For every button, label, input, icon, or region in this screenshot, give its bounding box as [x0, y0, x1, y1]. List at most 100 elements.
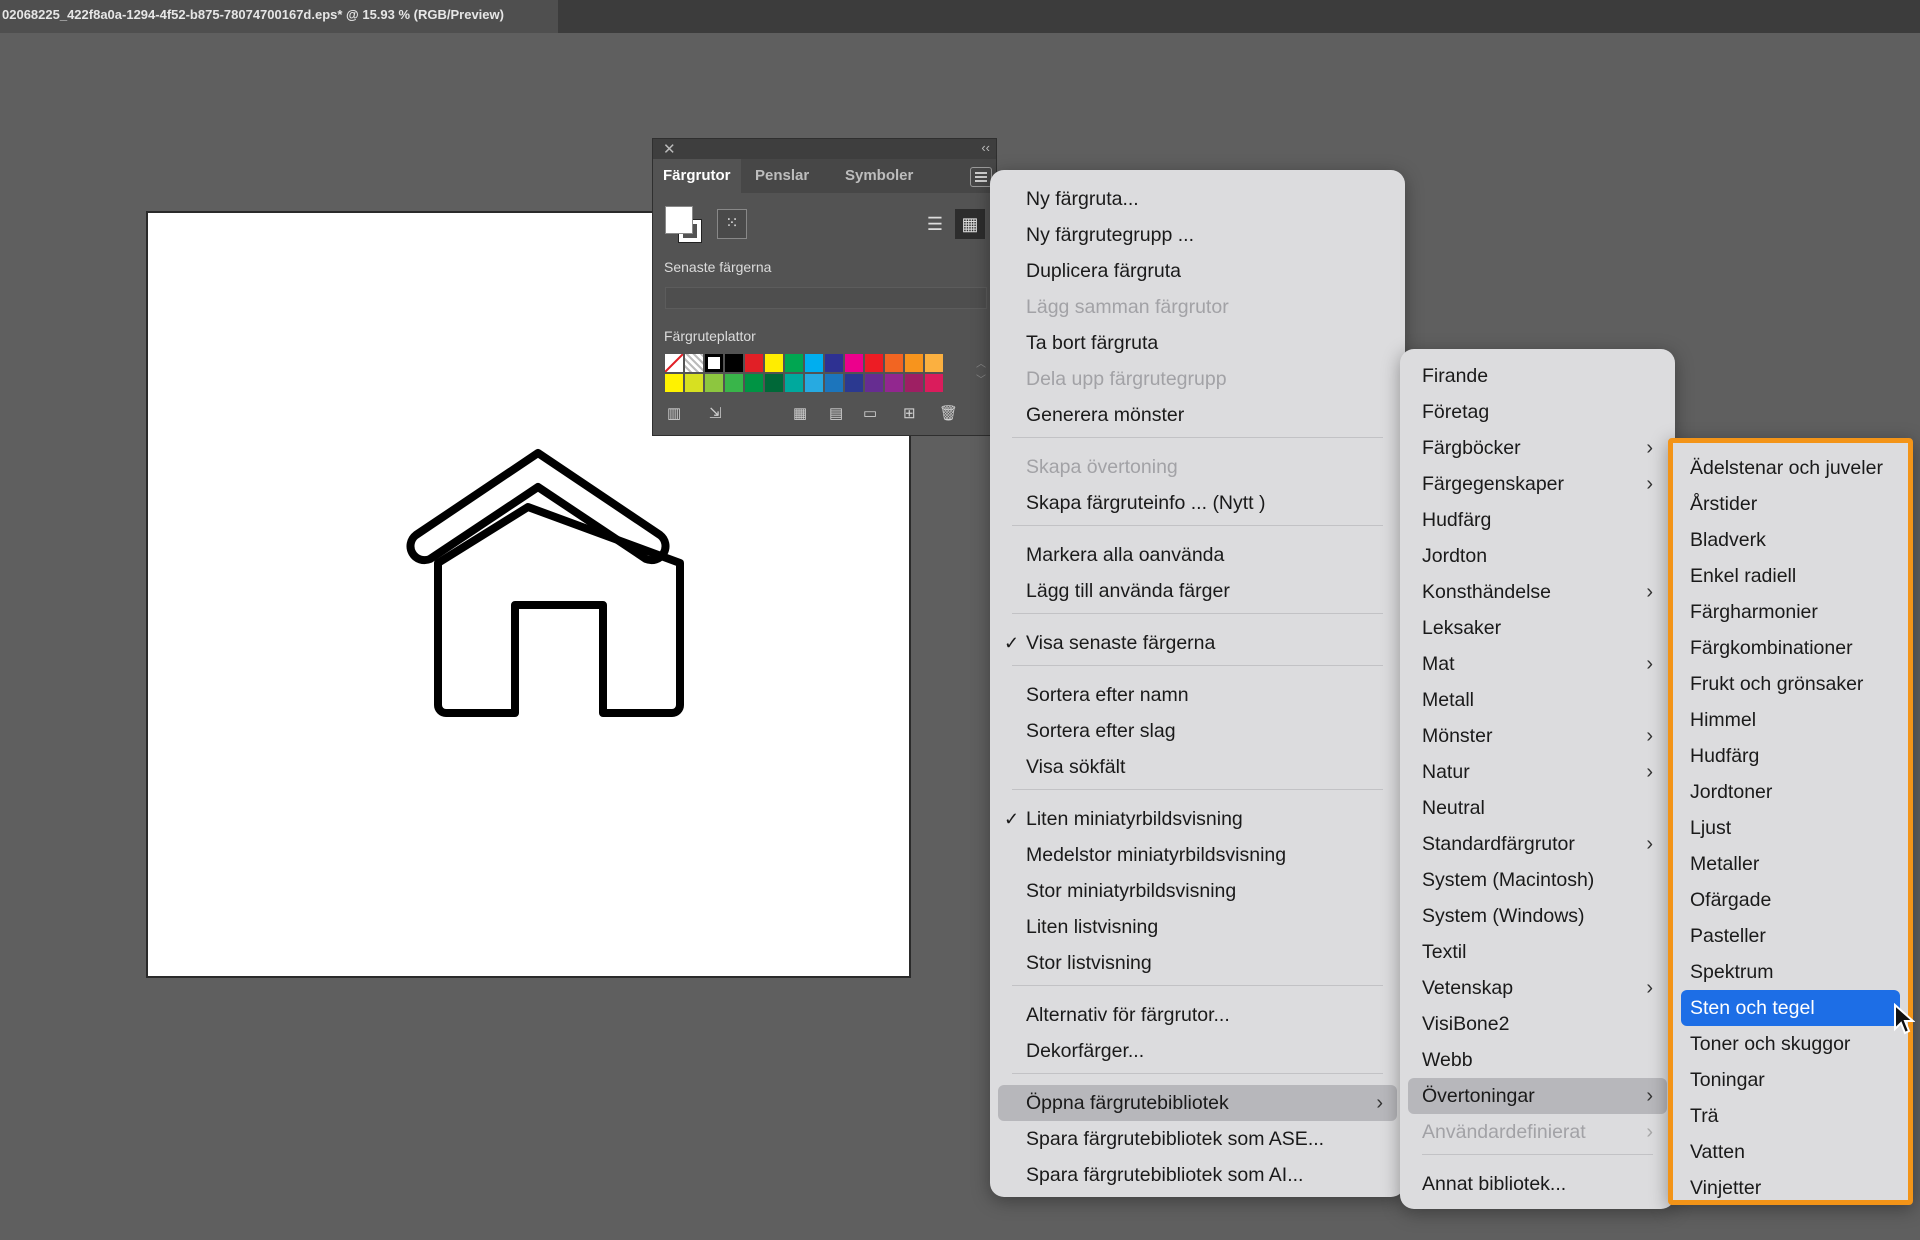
menu-item-hudfarg[interactable]: Hudfärg: [1400, 503, 1675, 537]
swatch[interactable]: [705, 374, 723, 392]
menu-item-overtoningar[interactable]: Övertoningar ›: [1400, 1079, 1675, 1113]
menu-item-adelstenar-och-juveler[interactable]: Ädelstenar och juveler: [1673, 451, 1908, 485]
menu-item-monster[interactable]: Mönster ›: [1400, 719, 1675, 753]
menu-item-textil[interactable]: Textil: [1400, 935, 1675, 969]
tab-symbols[interactable]: Symboler: [835, 159, 923, 193]
list-view-icon[interactable]: ☰: [920, 209, 950, 239]
swatch[interactable]: [845, 354, 863, 372]
panel-menu-icon[interactable]: [970, 167, 992, 187]
library-menu-icon[interactable]: ▥: [667, 404, 681, 422]
menu-item-firande[interactable]: Firande: [1400, 359, 1675, 393]
swatch[interactable]: [825, 374, 843, 392]
menu-item-frukt-och-gronsaker[interactable]: Frukt och grönsaker: [1673, 667, 1908, 701]
menu-item-stor-miniatyrbildsvisning[interactable]: Stor miniatyrbildsvisning: [990, 874, 1405, 908]
swatch[interactable]: [785, 354, 803, 372]
fill-swatch[interactable]: [665, 206, 693, 234]
document-tab[interactable]: 02068225_422f8a0a-1294-4f52-b875-7807470…: [0, 0, 558, 33]
menu-item-sortera-efter-namn[interactable]: Sortera efter namn: [990, 678, 1405, 712]
menu-item-vetenskap[interactable]: Vetenskap ›: [1400, 971, 1675, 1005]
menu-item-ta-bort-fargruta[interactable]: Ta bort färgruta: [990, 326, 1405, 360]
menu-item-metall[interactable]: Metall: [1400, 683, 1675, 717]
menu-item-system-windows[interactable]: System (Windows): [1400, 899, 1675, 933]
menu-item-bladverk[interactable]: Bladverk: [1673, 523, 1908, 557]
menu-item-natur[interactable]: Natur ›: [1400, 755, 1675, 789]
menu-item-toner-och-skuggor[interactable]: Toner och skuggor: [1673, 1027, 1908, 1061]
place-swatches-icon[interactable]: ⇲: [709, 404, 722, 422]
menu-item-foretag[interactable]: Företag: [1400, 395, 1675, 429]
menu-item-arstider[interactable]: Årstider: [1673, 487, 1908, 521]
menu-item-vatten[interactable]: Vatten: [1673, 1135, 1908, 1169]
menu-item-duplicera-fargruta[interactable]: Duplicera färgruta: [990, 254, 1405, 288]
swatch[interactable]: [885, 354, 903, 372]
color-group-icon[interactable]: ▤: [829, 404, 843, 422]
swatch[interactable]: [765, 374, 783, 392]
menu-item-metaller[interactable]: Metaller: [1673, 847, 1908, 881]
swatch[interactable]: [865, 374, 883, 392]
menu-item-mat[interactable]: Mat ›: [1400, 647, 1675, 681]
menu-item-alternativ-for-fargrutor[interactable]: Alternativ för färgrutor...: [990, 998, 1405, 1032]
menu-item-fargkombinationer[interactable]: Färgkombinationer: [1673, 631, 1908, 665]
swatch[interactable]: [925, 354, 943, 372]
menu-item-annat-bibliotek[interactable]: Annat bibliotek...: [1400, 1167, 1675, 1201]
swatch[interactable]: [865, 354, 883, 372]
menu-item-standardfargrutor[interactable]: Standardfärgrutor ›: [1400, 827, 1675, 861]
menu-item-liten-miniatyrbildsvisning[interactable]: ✓ Liten miniatyrbildsvisning: [990, 802, 1405, 836]
menu-item-ljust[interactable]: Ljust: [1673, 811, 1908, 845]
menu-item-pasteller[interactable]: Pasteller: [1673, 919, 1908, 953]
swatch[interactable]: [825, 354, 843, 372]
menu-item-fargegenskaper[interactable]: Färgegenskaper ›: [1400, 467, 1675, 501]
menu-item-visibone2[interactable]: VisiBone2: [1400, 1007, 1675, 1041]
swatch[interactable]: [745, 374, 763, 392]
menu-item-system-macintosh[interactable]: System (Macintosh): [1400, 863, 1675, 897]
swatch[interactable]: [805, 354, 823, 372]
collapse-icon[interactable]: ‹‹: [981, 140, 990, 155]
swatch[interactable]: [805, 374, 823, 392]
menu-item-leksaker[interactable]: Leksaker: [1400, 611, 1675, 645]
swatch[interactable]: [765, 354, 783, 372]
close-icon[interactable]: ✕: [663, 140, 676, 158]
fill-stroke-indicator[interactable]: [665, 206, 707, 248]
menu-item-oppna-fargrutebibliotek[interactable]: Öppna färgrutebibliotek ›: [990, 1086, 1405, 1120]
menu-item-generera-monster[interactable]: Generera mönster: [990, 398, 1405, 432]
swatch[interactable]: [905, 374, 923, 392]
global-color-icon[interactable]: ⁙: [717, 209, 747, 239]
menu-item-konsthandelse[interactable]: Konsthändelse ›: [1400, 575, 1675, 609]
menu-item-spara-fargrutebibliotek-som-ase[interactable]: Spara färgrutebibliotek som ASE...: [990, 1122, 1405, 1156]
swatch[interactable]: [845, 374, 863, 392]
panel-header[interactable]: [653, 139, 996, 159]
menu-item-visa-senaste-fargerna[interactable]: ✓ Visa senaste färgerna: [990, 626, 1405, 660]
menu-item-sten-och-tegel[interactable]: Sten och tegel: [1673, 991, 1908, 1025]
swatch-scroll[interactable]: ︿ ﹀: [976, 357, 986, 389]
tab-brushes[interactable]: Penslar: [745, 159, 819, 193]
menu-item-jordton[interactable]: Jordton: [1400, 539, 1675, 573]
swatch[interactable]: [705, 354, 723, 372]
new-group-folder-icon[interactable]: ▭: [863, 404, 877, 422]
menu-item-skapa-fargruteinfo-nytt[interactable]: Skapa färgruteinfo ... (Nytt ): [990, 486, 1405, 520]
delete-swatch-icon[interactable]: 🗑: [939, 404, 958, 422]
swatch[interactable]: [905, 354, 923, 372]
swatch[interactable]: [925, 374, 943, 392]
menu-item-sortera-efter-slag[interactable]: Sortera efter slag: [990, 714, 1405, 748]
menu-item-spara-fargrutebibliotek-som-ai[interactable]: Spara färgrutebibliotek som AI...: [990, 1158, 1405, 1192]
swatch[interactable]: [685, 374, 703, 392]
menu-item-dekorfarger[interactable]: Dekorfärger...: [990, 1034, 1405, 1068]
menu-item-spektrum[interactable]: Spektrum: [1673, 955, 1908, 989]
menu-item-ny-fargrutegrupp[interactable]: Ny färgrutegrupp ...: [990, 218, 1405, 252]
menu-item-visa-sokfalt[interactable]: Visa sökfält: [990, 750, 1405, 784]
swatch[interactable]: [725, 354, 743, 372]
tab-swatches[interactable]: Färgrutor: [653, 159, 741, 193]
menu-item-enkel-radiell[interactable]: Enkel radiell: [1673, 559, 1908, 593]
menu-item-fargbocker[interactable]: Färgböcker ›: [1400, 431, 1675, 465]
swatch[interactable]: [665, 374, 683, 392]
menu-item-stor-listvisning[interactable]: Stor listvisning: [990, 946, 1405, 980]
menu-item-fargharmonier[interactable]: Färgharmonier: [1673, 595, 1908, 629]
new-swatch-icon[interactable]: ⊞: [903, 404, 916, 422]
menu-item-ofargade[interactable]: Ofärgade: [1673, 883, 1908, 917]
swatch[interactable]: [685, 354, 703, 372]
menu-item-medelstor-miniatyrbildsvisning[interactable]: Medelstor miniatyrbildsvisning: [990, 838, 1405, 872]
menu-item-vinjetter[interactable]: Vinjetter: [1673, 1171, 1908, 1205]
swatch[interactable]: [725, 374, 743, 392]
swatch-options-icon[interactable]: ▦: [793, 404, 807, 422]
menu-item-tra[interactable]: Trä: [1673, 1099, 1908, 1133]
menu-item-webb[interactable]: Webb: [1400, 1043, 1675, 1077]
